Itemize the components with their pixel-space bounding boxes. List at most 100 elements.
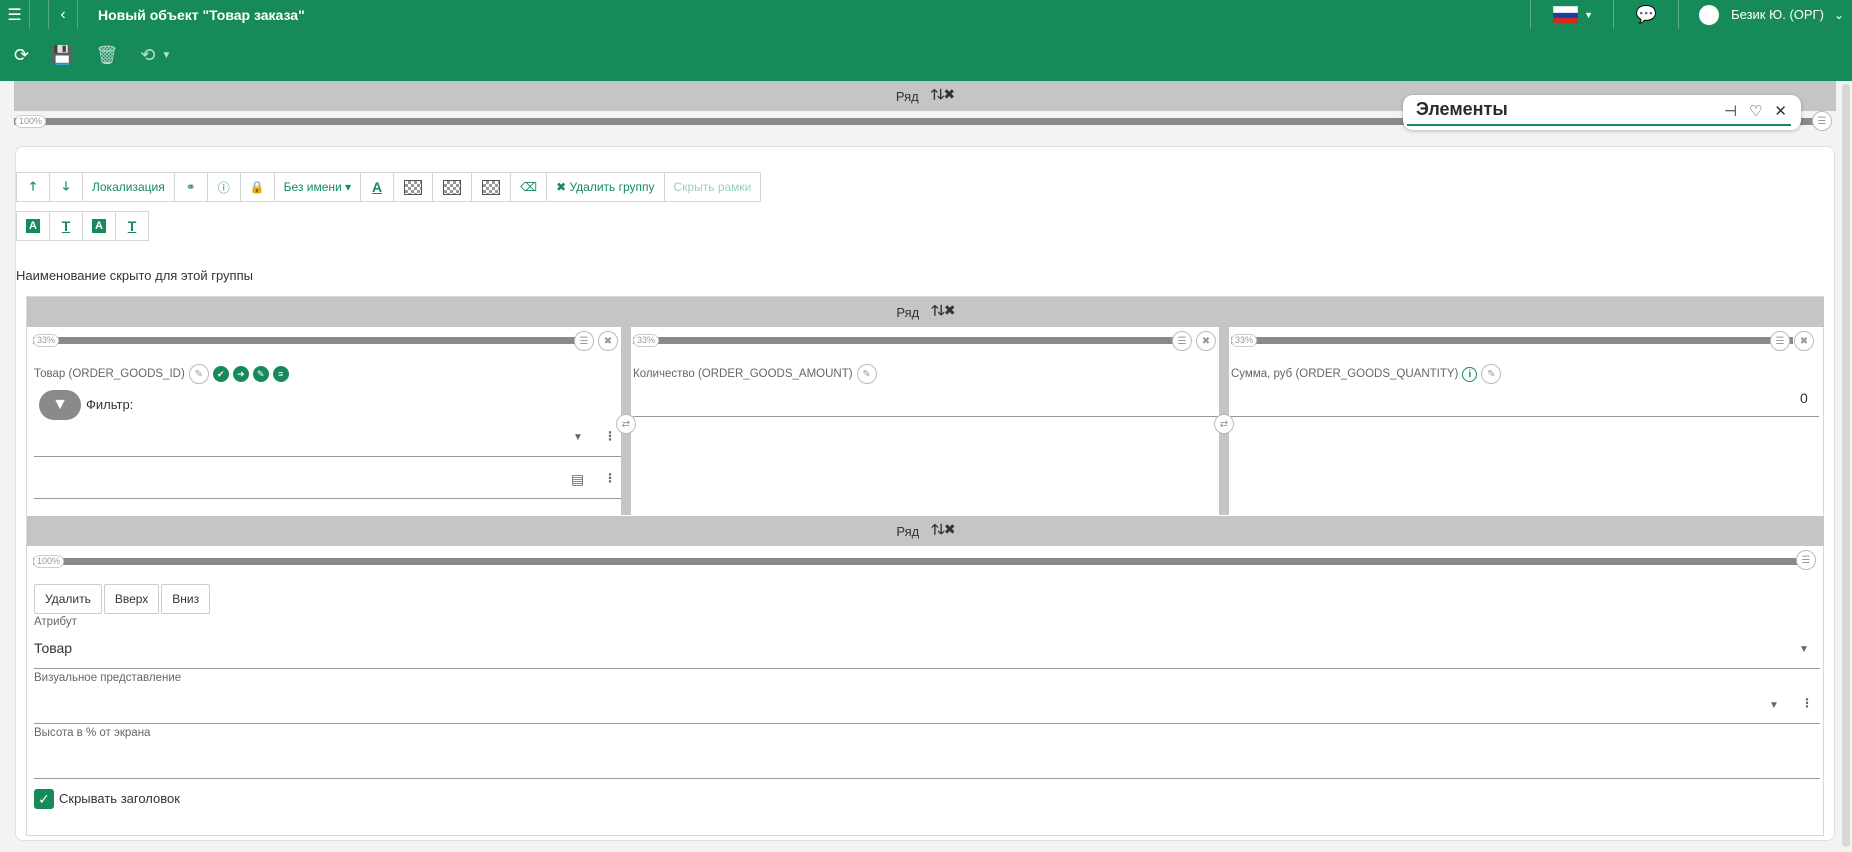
attribute-label: Атрибут	[34, 616, 77, 628]
check-icon[interactable]: ✔	[212, 366, 229, 382]
elements-panel: Элементы ⊣ ♡ ✕	[1403, 95, 1801, 130]
goods-label-text: Товар (ORDER_GOODS_ID)	[34, 368, 185, 380]
sum-input-line[interactable]	[1231, 416, 1819, 417]
row-move-icons[interactable]: 🡑🡓✖	[931, 300, 955, 324]
more-icon[interactable]: ⋮	[604, 429, 616, 443]
dropdown-arrow-icon[interactable]: ▼	[1799, 644, 1809, 655]
settings-row-header: Ряд 🡑🡓✖	[27, 516, 1824, 546]
hide-frames-button[interactable]: Скрыть рамки	[663, 172, 762, 202]
swap-icon[interactable]: ⇄	[616, 414, 636, 434]
width-bar[interactable]	[33, 558, 1803, 565]
top-bar: ☰ ‹ Новый объект "Товар заказа" ▼ 💬 Бези…	[0, 0, 1852, 29]
pin-icon[interactable]: ⊣	[1724, 102, 1737, 120]
list-icon[interactable]: ☰	[574, 331, 594, 351]
hide-header-checkbox[interactable]: ✓	[34, 789, 54, 809]
arrow-right-icon[interactable]: ➜	[232, 366, 249, 382]
chevron-down-icon[interactable]: ⌄	[1834, 8, 1844, 22]
column-width-bar[interactable]	[1231, 337, 1793, 344]
element-buttons: Удалить Вверх Вниз	[34, 584, 212, 614]
row-move-icons[interactable]: 🡑🡓✖	[931, 84, 955, 108]
list-icon[interactable]: ≡	[272, 366, 289, 382]
eraser-icon[interactable]: ⌫	[510, 172, 548, 202]
move-up-button[interactable]: 🡑	[16, 172, 50, 202]
vertical-scrollbar[interactable]	[1842, 84, 1850, 847]
list-icon[interactable]: ☰	[1796, 550, 1816, 570]
chat-icon[interactable]: 💬	[1614, 5, 1678, 25]
binoculars-icon[interactable]: ⚭	[173, 172, 208, 202]
shield-icon[interactable]: ♡	[1749, 102, 1762, 120]
swap-icon[interactable]: ⇄	[1214, 414, 1234, 434]
visual-representation-label: Визуальное представление	[34, 672, 182, 684]
list-icon[interactable]: ☰	[1812, 111, 1832, 131]
delete-icon[interactable]: 🗑	[96, 45, 119, 66]
attribute-select[interactable]: Товар	[34, 640, 72, 656]
history-icon[interactable]: ⟲ ▼	[140, 45, 171, 66]
delete-element-button[interactable]: Удалить	[34, 584, 102, 614]
elements-panel-title: Элементы	[1416, 99, 1508, 119]
dropdown-arrow-icon[interactable]: ▼	[1769, 700, 1779, 711]
language-flag-icon[interactable]	[1553, 5, 1579, 24]
goods-list-line	[34, 498, 621, 499]
format-toolbar: A T A T	[16, 211, 149, 241]
hide-header-label: Скрывать заголовок	[59, 791, 180, 806]
list-icon[interactable]: ☰	[1770, 331, 1790, 351]
amount-field-label: Количество (ORDER_GOODS_AMOUNT) ✎	[633, 364, 877, 384]
visual-select-line[interactable]	[34, 723, 1820, 724]
close-icon[interactable]: ✖	[1196, 331, 1216, 351]
lock-icon[interactable]: 🔒	[239, 172, 275, 202]
menu-icon[interactable]: ☰	[0, 0, 30, 29]
page-title: Новый объект "Товар заказа"	[98, 6, 305, 23]
avatar[interactable]	[1699, 4, 1720, 25]
text-color-icon[interactable]: A	[360, 172, 395, 202]
column-width-percent: 33%	[33, 334, 60, 347]
close-icon[interactable]: ✕	[1774, 102, 1787, 120]
title-text-icon[interactable]: T	[49, 211, 83, 241]
info-icon[interactable]: i	[1462, 366, 1478, 382]
close-icon[interactable]: ✖	[598, 331, 618, 351]
move-down-element-button[interactable]: Вниз	[161, 584, 211, 614]
column-width-bar[interactable]	[33, 337, 591, 344]
amount-input-line[interactable]	[633, 416, 1219, 417]
more-icon[interactable]: ⋮	[1801, 696, 1813, 710]
pencil-icon[interactable]: ✎	[252, 366, 269, 382]
edit-icon[interactable]: ✎	[188, 364, 209, 384]
sum-label-text: Сумма, руб (ORDER_GOODS_QUANTITY)	[1231, 368, 1459, 380]
name-dropdown[interactable]: Без имени ▾	[273, 172, 362, 202]
pattern-3-icon[interactable]	[471, 172, 512, 202]
table-icon[interactable]: ▤	[571, 471, 584, 488]
pattern-1-icon[interactable]	[393, 172, 434, 202]
width-percent: 100%	[15, 115, 47, 128]
goods-select-line	[34, 456, 621, 457]
filter-button[interactable]: ▼	[39, 390, 81, 420]
bg-color-icon[interactable]: A	[16, 211, 50, 241]
group-content	[26, 296, 1824, 836]
back-icon[interactable]: ‹	[48, 0, 78, 29]
filter-label: Фильтр:	[86, 397, 134, 412]
edit-icon[interactable]: ✎	[1481, 364, 1502, 384]
user-name[interactable]: Безик Ю. (ОРГ)	[1731, 7, 1824, 22]
localization-button[interactable]: Локализация	[82, 172, 175, 202]
title-text-2-icon[interactable]: T	[115, 211, 149, 241]
move-down-button[interactable]: 🡓	[49, 172, 83, 202]
column-width-bar[interactable]	[633, 337, 1189, 344]
chevron-down-icon[interactable]: ▼	[1584, 10, 1593, 20]
height-input-line[interactable]	[34, 778, 1820, 779]
edit-icon[interactable]: ✎	[856, 364, 877, 384]
delete-group-button[interactable]: ✖ Удалить группу	[546, 172, 665, 202]
dropdown-arrow-icon[interactable]: ▼	[573, 432, 583, 443]
sum-value[interactable]: 0	[1800, 390, 1808, 406]
name-dropdown-label: Без имени	[283, 180, 342, 194]
info-icon[interactable]: ⓘ	[206, 172, 241, 202]
move-up-element-button[interactable]: Вверх	[103, 584, 160, 614]
more-icon[interactable]: ⋮	[604, 471, 616, 485]
bg-color-2-icon[interactable]: A	[82, 211, 116, 241]
list-icon[interactable]: ☰	[1172, 331, 1192, 351]
row-move-icons[interactable]: 🡑🡓✖	[931, 519, 955, 543]
save-icon[interactable]: 💾	[51, 45, 73, 66]
refresh-icon[interactable]: ⟳	[14, 45, 29, 66]
sum-field-label: Сумма, руб (ORDER_GOODS_QUANTITY) i ✎	[1231, 364, 1502, 384]
delete-group-label: Удалить группу	[569, 180, 655, 194]
close-icon[interactable]: ✖	[1794, 331, 1814, 351]
amount-label-text: Количество (ORDER_GOODS_AMOUNT)	[633, 368, 853, 380]
pattern-2-icon[interactable]	[432, 172, 473, 202]
